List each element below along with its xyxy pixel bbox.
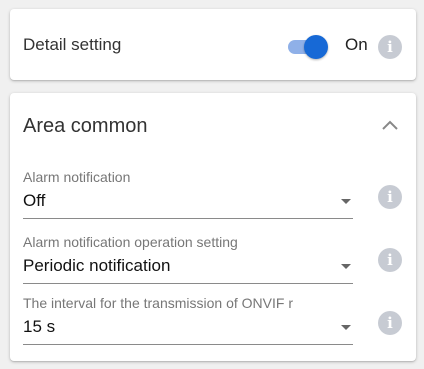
detail-setting-label: Detail setting bbox=[23, 35, 122, 54]
dropdown-arrow-icon bbox=[341, 325, 351, 330]
field-value: 15 s bbox=[23, 317, 56, 336]
alarm-operation-setting-select[interactable]: Alarm notification operation setting Per… bbox=[23, 234, 353, 286]
dropdown-arrow-icon bbox=[341, 199, 351, 204]
detail-setting-card: Detail setting On i bbox=[10, 9, 416, 80]
alarm-notification-select[interactable]: Alarm notification Off bbox=[23, 169, 353, 221]
field-label: Alarm notification operation setting bbox=[23, 234, 238, 250]
info-icon[interactable]: i bbox=[378, 311, 402, 335]
detail-setting-toggle[interactable] bbox=[286, 35, 332, 59]
field-value: Off bbox=[23, 191, 46, 210]
info-icon[interactable]: i bbox=[378, 248, 402, 272]
chevron-up-icon[interactable] bbox=[380, 117, 400, 133]
onvif-interval-select[interactable]: The interval for the transmission of ONV… bbox=[23, 295, 353, 347]
field-underline bbox=[23, 283, 353, 284]
field-underline bbox=[23, 344, 353, 345]
toggle-state-label: On bbox=[345, 35, 368, 54]
field-label: Alarm notification bbox=[23, 169, 131, 185]
info-icon[interactable]: i bbox=[378, 185, 402, 209]
field-value: Periodic notification bbox=[23, 256, 171, 275]
dropdown-arrow-icon bbox=[341, 264, 351, 269]
field-label: The interval for the transmission of ONV… bbox=[23, 295, 293, 311]
toggle-thumb bbox=[304, 35, 328, 59]
info-icon[interactable]: i bbox=[378, 35, 402, 59]
area-common-card: Area common Alarm notification Off i Ala… bbox=[10, 93, 416, 361]
field-underline bbox=[23, 218, 353, 219]
section-title: Area common bbox=[23, 115, 148, 137]
